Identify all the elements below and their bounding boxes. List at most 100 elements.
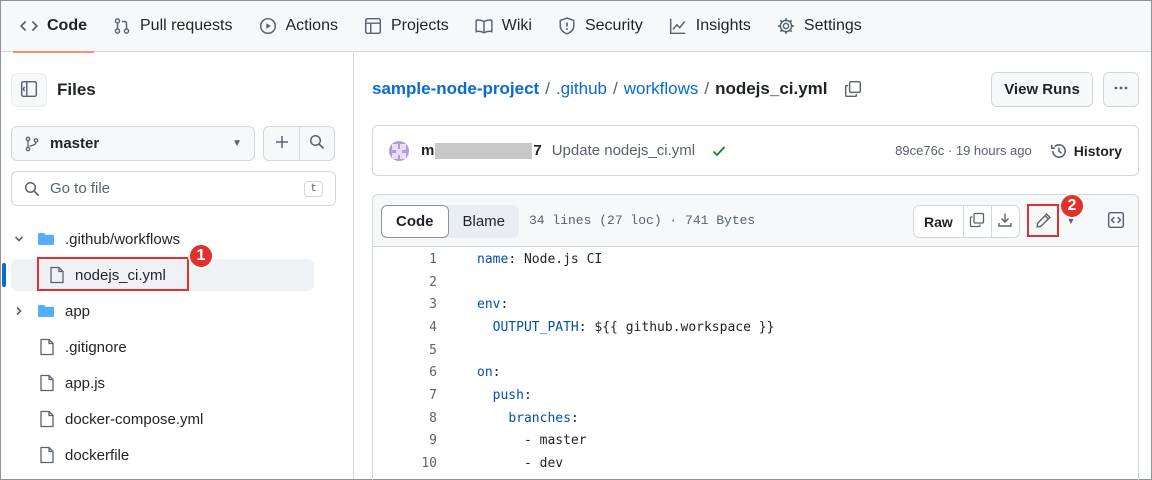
history-button[interactable]: History: [1050, 142, 1122, 160]
add-file-button[interactable]: [264, 127, 299, 160]
download-icon: [997, 212, 1013, 231]
author-name-start: m: [421, 142, 435, 159]
tree-actions: [263, 126, 335, 161]
tree-item-label: .gitignore: [65, 338, 127, 356]
chevron-right-icon: [11, 305, 27, 317]
yaml-value: : ${{ github.workspace }}: [578, 319, 775, 335]
tree-item-label: app.js: [65, 374, 106, 392]
kebab-horizontal-icon: [1113, 80, 1129, 100]
search-button[interactable]: [299, 127, 334, 160]
copy-raw-button[interactable]: [962, 206, 991, 237]
file-icon: [39, 374, 55, 392]
commit-sha-time[interactable]: 89ce76c · 19 hours ago: [895, 143, 1032, 158]
line-number[interactable]: 7: [373, 388, 437, 403]
line-number[interactable]: 9: [373, 433, 437, 448]
line-content: on:: [477, 365, 500, 380]
tab-wiki[interactable]: Wiki: [468, 1, 539, 52]
commit-message[interactable]: Update nodejs_ci.yml: [552, 142, 695, 159]
tab-label: Code: [47, 17, 87, 34]
tree-file-docker-compose[interactable]: docker-compose.yml: [1, 401, 354, 437]
table-icon: [364, 17, 382, 35]
latest-commit-bar: m 7 Update nodejs_ci.yml 89ce76c · 19 ho…: [372, 125, 1139, 176]
tree-folder-github-workflows[interactable]: .github/workflows: [1, 221, 354, 257]
folder-icon: [37, 231, 55, 247]
tree-file-dockerfile[interactable]: dockerfile: [1, 437, 354, 473]
tree-file-gitignore[interactable]: .gitignore: [1, 329, 354, 365]
line-content: OUTPUT_PATH: ${{ github.workspace }}: [477, 319, 775, 335]
code-line: 10 - dev: [373, 452, 1138, 475]
breadcrumb-repo-link[interactable]: sample-node-project: [372, 79, 539, 99]
symbols-button[interactable]: [1100, 205, 1132, 238]
tree-folder-app[interactable]: app: [1, 293, 354, 329]
line-number[interactable]: 6: [373, 365, 437, 380]
tree-file-app-js[interactable]: app.js: [1, 365, 354, 401]
line-number[interactable]: 10: [373, 456, 437, 471]
folder-icon: [37, 303, 55, 319]
tab-label: Projects: [390, 17, 449, 34]
collapse-sidebar-button[interactable]: [11, 73, 47, 107]
search-icon: [24, 181, 40, 197]
file-icon: [39, 410, 55, 428]
line-content: push:: [477, 388, 532, 403]
code-line: 9 - master: [373, 430, 1138, 453]
code-line: 6 on:: [373, 361, 1138, 384]
code-view-tab[interactable]: Code: [381, 205, 449, 238]
check-icon[interactable]: [711, 143, 727, 159]
file-content-box: Code Blame 34 lines (27 loc) · 741 Bytes…: [372, 194, 1139, 480]
yaml-value: :: [523, 387, 532, 403]
tab-insights[interactable]: Insights: [662, 1, 758, 52]
repo-nav: Code Pull requests Actions Projects Wiki…: [1, 1, 1151, 53]
line-number[interactable]: 8: [373, 411, 437, 426]
yaml-value: :: [492, 365, 501, 381]
line-content: branches:: [477, 411, 578, 426]
tab-projects[interactable]: Projects: [357, 1, 456, 52]
pull-request-icon: [113, 17, 131, 35]
line-number[interactable]: 1: [373, 252, 437, 267]
raw-button[interactable]: Raw: [914, 206, 963, 237]
file-header: Code Blame 34 lines (27 loc) · 741 Bytes…: [373, 195, 1138, 247]
line-number[interactable]: 2: [373, 275, 437, 290]
tab-settings[interactable]: Settings: [770, 1, 869, 52]
redacted-block: [435, 142, 533, 159]
tree-item-label: dockerfile: [65, 446, 130, 464]
tab-label: Pull requests: [140, 17, 233, 34]
sidebar-panel-icon: [20, 80, 38, 101]
breadcrumb-workflows-link[interactable]: workflows: [624, 79, 699, 99]
line-content: - master: [477, 433, 587, 448]
yaml-key: env: [477, 297, 501, 313]
chevron-down-icon: ▼: [232, 138, 242, 149]
selection-indicator: [2, 263, 6, 287]
author-name-end: 7: [533, 142, 542, 159]
breadcrumb-github-link[interactable]: .github: [556, 79, 607, 99]
file-info: 34 lines (27 loc) · 741 Bytes: [529, 213, 756, 228]
code-line: 2: [373, 271, 1138, 294]
step-badge-2: 2: [1059, 193, 1085, 219]
tab-security[interactable]: Security: [551, 1, 650, 52]
yaml-key: on: [477, 365, 493, 381]
branch-selector[interactable]: master ▼: [11, 126, 255, 161]
code-line: 4 OUTPUT_PATH: ${{ github.workspace }}: [373, 316, 1138, 339]
tab-label: Wiki: [501, 17, 532, 34]
download-button[interactable]: [990, 206, 1019, 237]
chevron-down-icon: [11, 233, 27, 245]
yaml-value: - master: [523, 433, 587, 449]
go-to-file-input[interactable]: Go to file t: [11, 171, 336, 206]
commit-author[interactable]: m 7: [421, 142, 542, 159]
view-runs-button[interactable]: View Runs: [991, 72, 1093, 107]
yaml-key: push: [492, 387, 524, 403]
more-options-button[interactable]: [1103, 72, 1139, 107]
plus-icon: [274, 134, 290, 153]
tab-code[interactable]: Code: [13, 1, 94, 53]
line-number[interactable]: 3: [373, 297, 437, 312]
code-line: 1 name: Node.js CI: [373, 248, 1138, 271]
tab-pull-requests[interactable]: Pull requests: [106, 1, 240, 52]
code-line: 7 push:: [373, 384, 1138, 407]
line-content: - dev: [477, 456, 563, 471]
avatar[interactable]: [389, 140, 409, 161]
line-number[interactable]: 4: [373, 320, 437, 335]
line-number[interactable]: 5: [373, 343, 437, 358]
copy-path-icon[interactable]: [844, 80, 862, 98]
blame-view-tab[interactable]: Blame: [449, 205, 520, 238]
tab-actions[interactable]: Actions: [252, 1, 345, 52]
